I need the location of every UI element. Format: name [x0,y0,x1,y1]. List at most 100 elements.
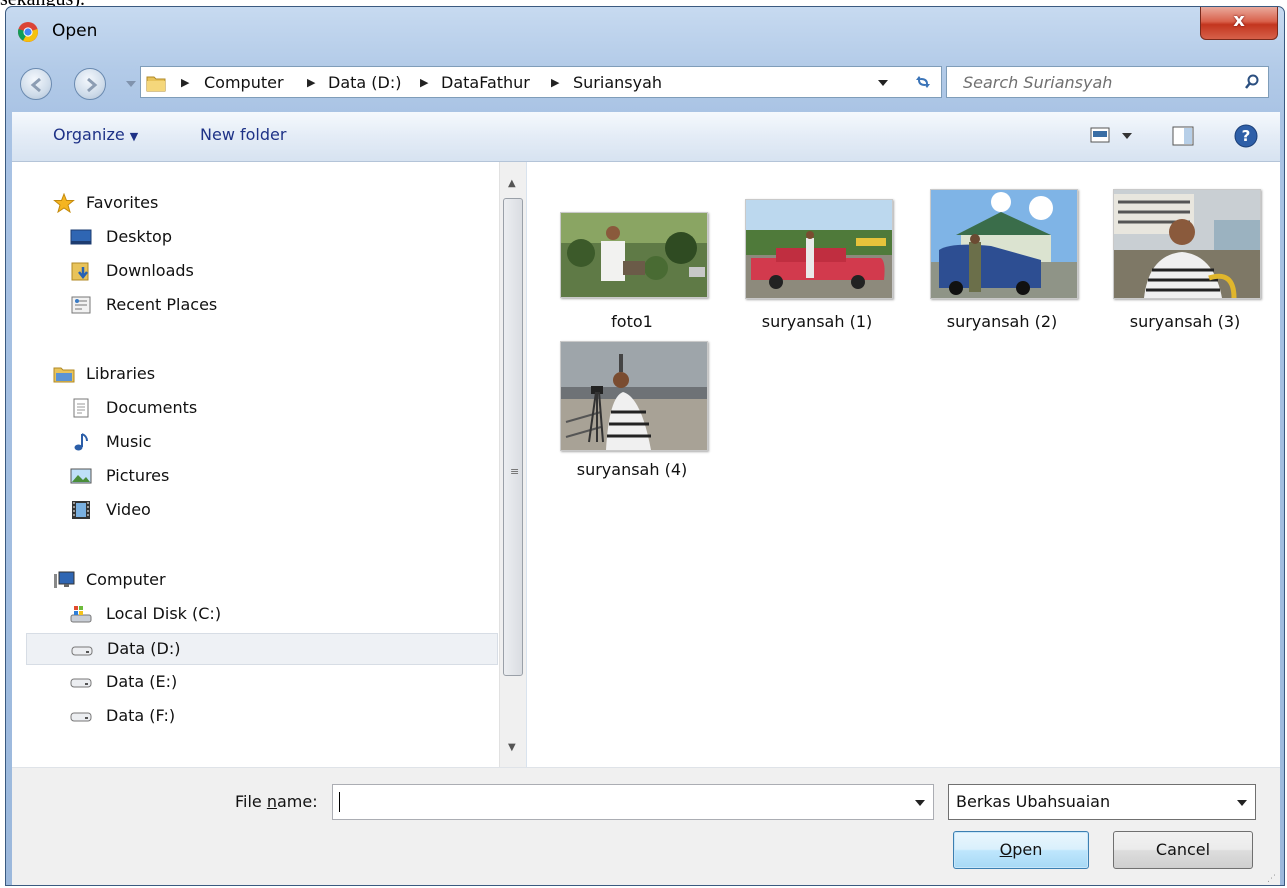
file-name-input[interactable] [332,784,934,820]
file-name-label-part: File [235,792,267,811]
navigation-row: ▶ Computer ▶ Data (D:) ▶ DataFathur ▶ Su… [6,57,1284,107]
file-type-value: Berkas Ubahsuaian [956,792,1111,811]
nav-music[interactable]: Music [70,428,270,458]
file-name-dropdown-icon[interactable] [915,800,925,806]
file-list: foto1 suryansah (1) suryansah (2) suryan… [527,162,1280,767]
organize-button[interactable]: Organize ▼ [53,125,138,144]
file-name: suryansah (4) [576,460,688,479]
nav-documents-label: Documents [106,398,198,417]
libraries-icon [53,367,75,383]
window-title: Open [52,21,98,41]
recent-places-icon [71,296,91,314]
nav-pictures-label: Pictures [106,466,170,485]
search-icon[interactable] [1244,74,1260,90]
command-toolbar: Organize ▼ New folder ? [12,112,1280,162]
nav-local-disk-c[interactable]: Local Disk (C:) [70,600,290,630]
file-name-label: File name: [235,792,318,811]
view-options-dropdown-icon[interactable] [1122,133,1132,139]
close-button[interactable]: x [1200,7,1278,40]
system-drive-icon [70,606,92,623]
file-item-suryansah-2[interactable]: suryansah (2) [917,187,1087,331]
breadcrumb-datafathur[interactable]: DataFathur [441,73,530,92]
nav-data-e-label: Data (E:) [106,672,178,691]
change-view-icon[interactable] [1090,126,1110,144]
nav-computer-label: Computer [86,570,166,589]
folder-icon [146,76,166,92]
scroll-up-icon[interactable]: ▲ [508,178,516,189]
file-item-suryansah-3[interactable]: suryansah (3) [1100,187,1270,331]
photo-thumbnail [745,199,893,299]
breadcrumb-suriansyah[interactable]: Suriansyah [573,73,662,92]
nav-data-f[interactable]: Data (F:) [70,702,270,732]
nav-data-d-label: Data (D:) [107,639,181,658]
drive-icon [70,712,92,722]
search-placeholder: Search Suriansyah [963,73,1113,92]
chevron-down-icon: ▼ [129,130,139,143]
help-icon[interactable]: ? [1234,124,1258,148]
file-type-select[interactable]: Berkas Ubahsuaian [948,784,1256,820]
nav-pictures[interactable]: Pictures [70,462,270,492]
nav-desktop-label: Desktop [106,227,172,246]
file-name-label-part: ame: [277,792,318,811]
refresh-button[interactable] [903,67,941,97]
nav-favorites[interactable]: Favorites [53,189,253,219]
nav-data-e[interactable]: Data (E:) [70,668,270,698]
nav-data-d[interactable]: Data (D:) [26,633,498,665]
breadcrumb-separator-icon[interactable]: ▶ [420,76,428,89]
open-dialog: Open x ▶ Computer ▶ Data (D:) ▶ DataFath… [5,6,1285,886]
star-icon [53,193,75,213]
open-button-accel: O [999,840,1013,859]
nav-documents[interactable]: Documents [70,394,270,424]
forward-arrow-icon [87,77,98,93]
forward-button[interactable] [74,68,106,100]
dialog-footer: File name: Berkas Ubahsuaian Open Cancel… [12,767,1280,885]
breadcrumb-separator-icon[interactable]: ▶ [551,76,559,89]
nav-recent-places[interactable]: Recent Places [70,291,270,321]
downloads-icon [71,262,89,281]
cancel-button[interactable]: Cancel [1113,831,1253,869]
search-box[interactable]: Search Suriansyah [946,66,1269,98]
file-item-suryansah-1[interactable]: suryansah (1) [732,187,902,331]
recent-locations-dropdown-icon[interactable] [126,81,136,87]
chrome-icon [18,22,38,42]
nav-desktop[interactable]: Desktop [70,223,270,253]
file-item-suryansah-4[interactable]: suryansah (4) [547,334,717,484]
scrollbar-grip-icon: ≡ [510,465,520,478]
nav-recent-places-label: Recent Places [106,295,218,314]
nav-computer[interactable]: Computer [53,566,253,596]
navigation-scrollbar[interactable]: ▲ ≡ ▼ [499,162,526,767]
breadcrumb-computer[interactable]: Computer [204,73,284,92]
nav-video[interactable]: Video [70,496,270,526]
new-folder-button[interactable]: New folder [200,125,286,144]
photo-thumbnail [560,341,708,451]
svg-text:?: ? [1242,127,1251,145]
refresh-icon [916,76,930,88]
nav-favorites-label: Favorites [86,193,159,212]
drive-icon [71,646,93,656]
photo-thumbnail [930,189,1078,299]
nav-video-label: Video [106,500,151,519]
content-area: Favorites Desktop Downloads Recent Place… [12,162,1280,767]
preview-pane-icon[interactable] [1172,126,1194,146]
file-type-dropdown-icon[interactable] [1237,800,1247,806]
scrollbar-thumb[interactable]: ≡ [503,198,523,676]
back-arrow-icon [30,77,41,93]
file-name: suryansah (1) [761,312,873,331]
documents-icon [73,398,89,418]
address-bar[interactable]: ▶ Computer ▶ Data (D:) ▶ DataFathur ▶ Su… [140,66,942,98]
breadcrumb-separator-icon[interactable]: ▶ [307,76,315,89]
breadcrumb-separator-icon[interactable]: ▶ [181,76,189,89]
open-button[interactable]: Open [953,831,1089,869]
resize-grip-icon[interactable]: ⋰ [1267,874,1276,884]
nav-libraries[interactable]: Libraries [53,360,253,390]
file-name: suryansah (2) [946,312,1058,331]
organize-label: Organize [53,125,125,144]
back-button[interactable] [20,68,52,100]
file-item-foto1[interactable]: foto1 [547,187,717,331]
breadcrumb-data-d[interactable]: Data (D:) [328,73,401,92]
scroll-down-icon[interactable]: ▼ [508,742,516,753]
nav-downloads[interactable]: Downloads [70,257,270,287]
desktop-icon [70,229,92,245]
music-icon [74,433,88,451]
address-dropdown-icon[interactable] [878,80,888,86]
